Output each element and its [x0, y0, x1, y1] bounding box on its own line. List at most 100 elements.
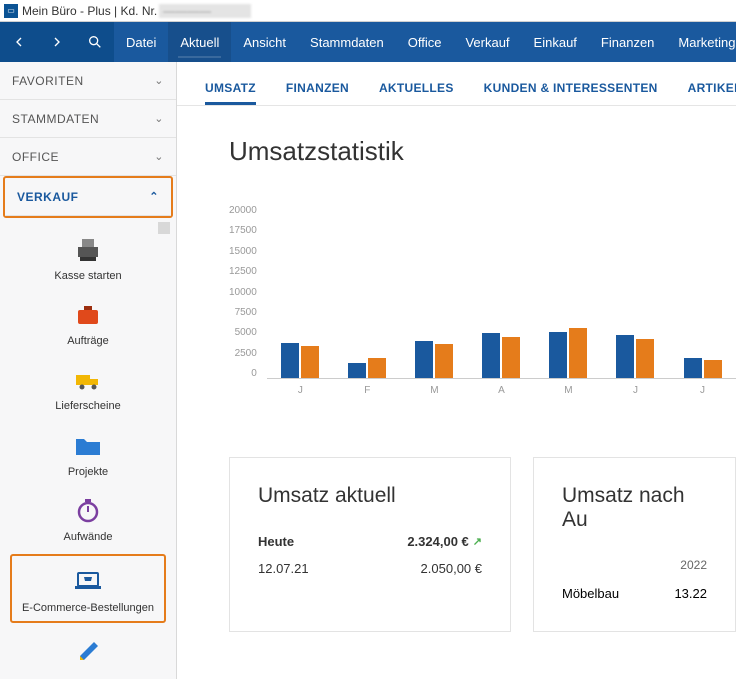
- sidebar-item-label: E-Commerce-Bestellungen: [22, 602, 154, 615]
- sidebar-item-kasse-starten[interactable]: Kasse starten: [6, 226, 170, 291]
- tab-artikel-lieferanten[interactable]: ARTIKEL & LIEFERANTEN: [688, 81, 736, 105]
- bar: [415, 341, 433, 378]
- ribbon-item-marketing[interactable]: Marketing: [666, 22, 736, 62]
- x-tick: J: [669, 385, 736, 396]
- bar: [569, 328, 587, 378]
- bar: [482, 333, 500, 378]
- tab-finanzen[interactable]: FINANZEN: [286, 81, 349, 105]
- main-content: UMSATZ FINANZEN AKTUELLES KUNDEN & INTERESS…: [177, 62, 736, 679]
- stat-row: 12.07.21 2.050,00 €: [258, 561, 482, 576]
- search-button[interactable]: [76, 22, 114, 62]
- pen-icon: [67, 631, 109, 665]
- y-tick: 5000: [235, 327, 257, 338]
- ribbon-item-datei[interactable]: Datei: [114, 22, 168, 62]
- bar-group: [535, 328, 602, 378]
- chart-x-axis: JFMAMJJ: [267, 379, 736, 396]
- bar: [281, 343, 299, 378]
- ribbon-item-stammdaten[interactable]: Stammdaten: [298, 22, 396, 62]
- y-tick: 2500: [235, 348, 257, 359]
- sidebar-item-auftr-ge[interactable]: Aufträge: [6, 291, 170, 356]
- ribbon: DateiAktuellAnsichtStammdatenOfficeVerka…: [0, 22, 736, 62]
- y-tick: 0: [251, 368, 257, 379]
- cash-register-icon: [67, 232, 109, 266]
- bar: [368, 358, 386, 378]
- briefcase-icon: [67, 297, 109, 331]
- ribbon-item-office[interactable]: Office: [396, 22, 454, 62]
- stat-value: 2.324,00 €↗: [407, 534, 482, 549]
- bar-group: [334, 358, 401, 378]
- y-tick: 17500: [229, 225, 257, 236]
- panel-head-verkauf[interactable]: VERKAUF⌃: [5, 178, 171, 216]
- panel-head-office[interactable]: OFFICE ⌄: [0, 138, 176, 176]
- y-tick: 12500: [229, 266, 257, 277]
- category-row: Möbelbau 13.22: [562, 586, 707, 601]
- sidebar-item-pen[interactable]: [6, 625, 170, 677]
- folder-icon: [67, 428, 109, 462]
- sidebar-item-projekte[interactable]: Projekte: [6, 422, 170, 487]
- x-tick: M: [401, 385, 468, 396]
- card-umsatz-aktuell: Umsatz aktuell Heute2.324,00 €↗12.07.212…: [229, 457, 511, 632]
- panel-head-favoriten[interactable]: FAVORITEN ⌄: [0, 62, 176, 100]
- ribbon-nav: [0, 22, 114, 62]
- x-tick: M: [535, 385, 602, 396]
- bar: [301, 346, 319, 378]
- category-value: 13.22: [674, 586, 707, 601]
- tab-umsatz[interactable]: UMSATZ: [205, 81, 256, 105]
- ribbon-item-ansicht[interactable]: Ansicht: [231, 22, 298, 62]
- card-title: Umsatz nach Au: [562, 484, 707, 532]
- panel-label: FAVORITEN: [12, 74, 84, 88]
- bar: [549, 332, 567, 378]
- stat-value: 2.050,00 €: [421, 561, 482, 576]
- verkauf-items-list: Kasse startenAufträge Lieferscheine Projek…: [0, 218, 176, 679]
- panel-label: OFFICE: [12, 150, 59, 164]
- ribbon-menu: DateiAktuellAnsichtStammdatenOfficeVerka…: [114, 22, 736, 62]
- category-label: Möbelbau: [562, 586, 619, 601]
- nav-back-button[interactable]: [0, 22, 38, 62]
- sidebar-item-aufw-nde[interactable]: Aufwände: [6, 487, 170, 552]
- bar: [704, 360, 722, 378]
- tab-kunden-interessenten[interactable]: KUNDEN & INTERESSENTEN: [484, 81, 658, 105]
- bar-group: [669, 358, 736, 378]
- customer-number-blurred: ————: [159, 4, 251, 18]
- truck-icon: [67, 362, 109, 396]
- x-tick: F: [334, 385, 401, 396]
- ribbon-item-einkauf[interactable]: Einkauf: [522, 22, 589, 62]
- bar: [502, 337, 520, 378]
- sidebar-item-label: Projekte: [68, 466, 108, 479]
- bar: [684, 358, 702, 378]
- y-tick: 7500: [235, 307, 257, 318]
- bar-group: [602, 335, 669, 379]
- sidebar-item-e-commerce-bestellungen[interactable]: E-Commerce-Bestellungen: [10, 554, 166, 623]
- stat-label: 12.07.21: [258, 561, 309, 576]
- scroll-indicator[interactable]: [158, 222, 170, 234]
- y-tick: 10000: [229, 287, 257, 298]
- stopwatch-icon: [67, 493, 109, 527]
- laptop-cart-icon: [67, 564, 109, 598]
- card-umsatz-nach: Umsatz nach Au 2022 Möbelbau 13.22: [533, 457, 736, 632]
- ribbon-item-aktuell[interactable]: Aktuell: [168, 22, 231, 62]
- chevron-up-icon: ⌃: [149, 190, 159, 203]
- stat-row: Heute2.324,00 €↗: [258, 534, 482, 549]
- year-header: 2022: [562, 558, 707, 572]
- ribbon-item-finanzen[interactable]: Finanzen: [589, 22, 666, 62]
- chevron-down-icon: ⌄: [154, 150, 164, 163]
- app-icon: ▭: [4, 4, 18, 18]
- tab-aktuelles[interactable]: AKTUELLES: [379, 81, 454, 105]
- x-tick: A: [468, 385, 535, 396]
- window-title-bar: ▭ Mein Büro - Plus | Kd. Nr. ————: [0, 0, 736, 22]
- bar: [348, 363, 366, 378]
- sidebar-item-label: Lieferscheine: [55, 400, 120, 413]
- y-tick: 15000: [229, 246, 257, 257]
- ribbon-item-verkauf[interactable]: Verkauf: [453, 22, 521, 62]
- window-title: Mein Büro - Plus | Kd. Nr.: [22, 4, 157, 18]
- panel-label: STAMMDATEN: [12, 112, 99, 126]
- y-tick: 20000: [229, 205, 257, 216]
- chart-plot: [267, 205, 736, 379]
- bar: [636, 339, 654, 378]
- sidebar-item-lieferscheine[interactable]: Lieferscheine: [6, 356, 170, 421]
- sidebar-item-label: Aufwände: [64, 531, 113, 544]
- nav-forward-button[interactable]: [38, 22, 76, 62]
- bar-group: [401, 341, 468, 378]
- chevron-down-icon: ⌄: [154, 74, 164, 87]
- panel-head-stammdaten[interactable]: STAMMDATEN⌄: [0, 100, 176, 138]
